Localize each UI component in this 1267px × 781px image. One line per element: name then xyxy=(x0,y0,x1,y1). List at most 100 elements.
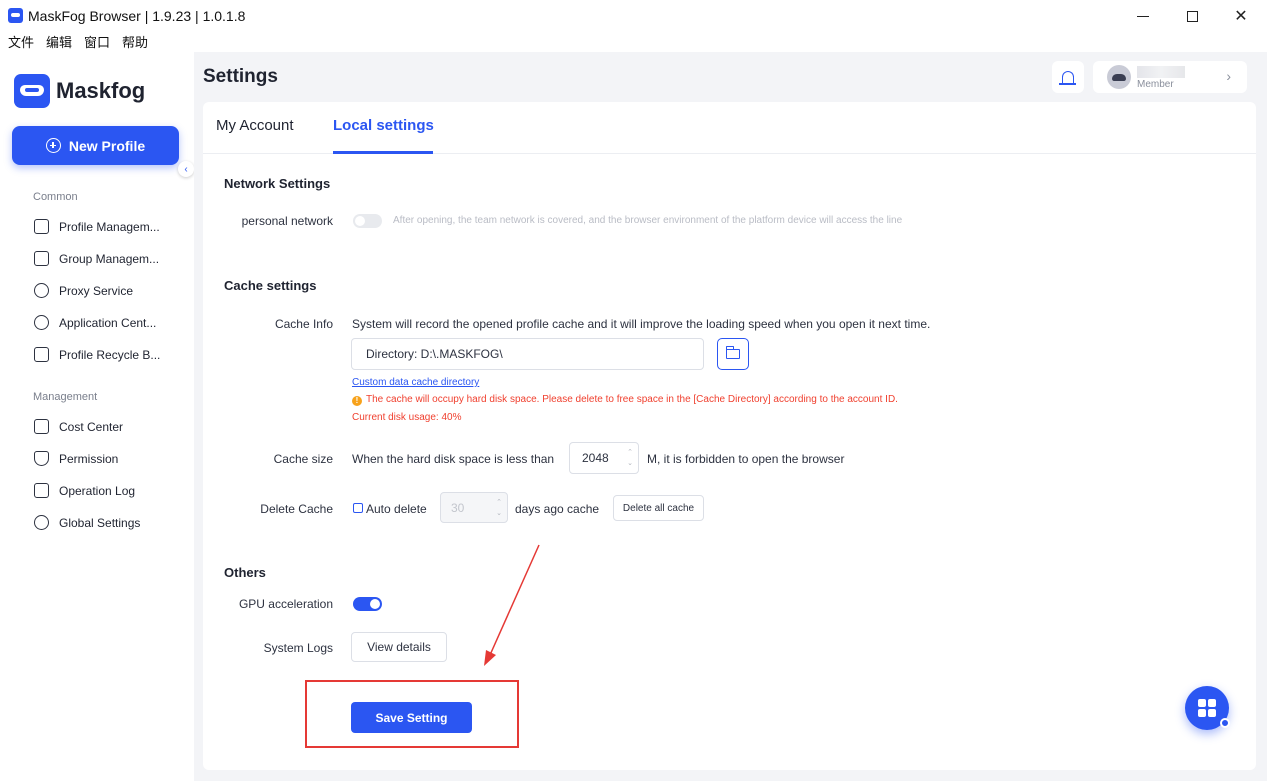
avatar xyxy=(1107,65,1131,89)
grid-icon xyxy=(1198,699,1216,717)
gpu-acceleration-toggle[interactable] xyxy=(353,597,382,611)
sidebar-item-profile-management[interactable]: Profile Managem... xyxy=(34,219,160,234)
sidebar-item-label: Group Managem... xyxy=(59,251,160,266)
auto-delete-label: Auto delete xyxy=(366,502,427,516)
cache-warning-text: The cache will occupy hard disk space. P… xyxy=(366,394,898,405)
maximize-button[interactable] xyxy=(1180,4,1204,28)
view-details-button[interactable]: View details xyxy=(351,632,447,662)
logo: Maskfog xyxy=(14,74,145,108)
username-redacted xyxy=(1137,66,1185,78)
disk-usage-text: Current disk usage: 40% xyxy=(352,412,462,423)
bell-icon xyxy=(1059,70,1076,85)
title-bar: MaskFog Browser | 1.9.23 | 1.0.1.8 ✕ xyxy=(0,0,1267,31)
annotation-highlight-box xyxy=(305,680,519,748)
cache-settings-heading: Cache settings xyxy=(224,278,317,293)
new-profile-button[interactable]: New Profile xyxy=(12,126,179,165)
section-common: Common xyxy=(33,191,78,203)
app-icon xyxy=(8,8,23,23)
cache-size-label: Cache size xyxy=(273,452,333,466)
cache-info-label: Cache Info xyxy=(274,317,333,331)
system-logs-label: System Logs xyxy=(263,641,333,655)
sidebar-item-label: Profile Recycle B... xyxy=(59,347,161,362)
sidebar-item-label: Cost Center xyxy=(59,419,124,434)
sidebar-item-label: Proxy Service xyxy=(59,283,134,298)
notifications-button[interactable] xyxy=(1052,61,1084,93)
menu-bar: 文件 编辑 窗口 帮助 xyxy=(0,32,152,52)
profile-list-icon xyxy=(34,219,49,234)
section-management: Management xyxy=(33,391,98,403)
cache-size-prefix: When the hard disk space is less than xyxy=(352,452,555,466)
sidebar: Maskfog New Profile ‹ Common Profile Man… xyxy=(0,52,194,781)
cache-size-suffix: M, it is forbidden to open the browser xyxy=(647,452,845,466)
tab-local-settings[interactable]: Local settings xyxy=(333,117,434,134)
sidebar-item-proxy-service[interactable]: Proxy Service xyxy=(34,283,133,298)
cache-size-stepper[interactable]: 2048 ⌃ ⌄ xyxy=(569,442,639,474)
sidebar-item-recycle-bin[interactable]: Profile Recycle B... xyxy=(34,347,160,362)
sidebar-item-group-management[interactable]: Group Managem... xyxy=(34,251,159,266)
cache-directory-value: Directory: D:\.MASKFOG\ xyxy=(366,347,503,361)
sidebar-item-label: Operation Log xyxy=(59,483,136,498)
sidebar-item-label: Application Cent... xyxy=(59,315,157,330)
sidebar-item-operation-log[interactable]: Operation Log xyxy=(34,483,135,498)
minimize-button[interactable] xyxy=(1131,4,1155,28)
folder-open-icon xyxy=(725,346,740,359)
shield-icon xyxy=(34,451,49,466)
maximize-icon xyxy=(1186,10,1198,22)
sidebar-item-permission[interactable]: Permission xyxy=(34,451,118,466)
sidebar-item-application-center[interactable]: Application Cent... xyxy=(34,315,156,330)
collapse-sidebar-button[interactable]: ‹ xyxy=(178,161,194,177)
close-button[interactable]: ✕ xyxy=(1229,4,1253,28)
window-title: MaskFog Browser | 1.9.23 | 1.0.1.8 xyxy=(28,8,246,24)
menu-window[interactable]: 窗口 xyxy=(84,32,110,52)
sidebar-item-cost-center[interactable]: Cost Center xyxy=(34,419,123,434)
cache-directory-input[interactable]: Directory: D:\.MASKFOG\ xyxy=(351,338,704,370)
clipboard-icon xyxy=(34,483,49,498)
auto-delete-checkbox[interactable] xyxy=(353,503,363,513)
minimize-icon xyxy=(1137,15,1149,17)
fab-status-dot xyxy=(1220,718,1230,728)
active-tab-indicator xyxy=(333,151,433,154)
cube-icon xyxy=(34,315,49,330)
browse-directory-button[interactable] xyxy=(717,338,749,370)
network-settings-heading: Network Settings xyxy=(224,176,331,191)
trash-icon xyxy=(34,347,49,362)
stepper-arrows-icon[interactable]: ⌃ ⌄ xyxy=(627,447,633,469)
cache-info-text: System will record the opened profile ca… xyxy=(352,317,931,331)
chevron-right-icon: › xyxy=(1226,68,1231,84)
page-title: Settings xyxy=(203,66,278,87)
folder-icon xyxy=(34,251,49,266)
days-ago-suffix: days ago cache xyxy=(515,502,600,516)
user-role: Member xyxy=(1137,79,1174,90)
auto-delete-days-value: 30 xyxy=(451,500,465,515)
dollar-icon xyxy=(34,419,49,434)
sidebar-item-label: Permission xyxy=(59,451,119,466)
menu-help[interactable]: 帮助 xyxy=(122,32,148,52)
sidebar-item-global-settings[interactable]: Global Settings xyxy=(34,515,140,530)
menu-edit[interactable]: 编辑 xyxy=(46,32,72,52)
auto-delete-days-stepper[interactable]: 30 ⌃ ⌄ xyxy=(440,492,508,523)
warning-icon: ! xyxy=(352,396,362,406)
personal-network-label: personal network xyxy=(241,214,333,228)
cache-size-value: 2048 xyxy=(582,451,609,465)
personal-network-toggle[interactable] xyxy=(353,214,382,228)
maskfog-logo-icon xyxy=(14,74,50,108)
tab-my-account[interactable]: My Account xyxy=(216,117,294,134)
settings-panel xyxy=(203,102,1256,770)
delete-all-cache-button[interactable]: Delete all cache xyxy=(613,495,704,521)
new-profile-label: New Profile xyxy=(68,137,146,154)
sidebar-item-label: Global Settings xyxy=(59,515,141,530)
plus-circle-icon xyxy=(45,138,61,153)
custom-cache-directory-link[interactable]: Custom data cache directory xyxy=(352,377,479,388)
logo-text: Maskfog xyxy=(56,78,146,103)
sidebar-item-label: Profile Managem... xyxy=(59,219,160,234)
cache-warning: ! The cache will occupy hard disk space. … xyxy=(352,394,898,406)
delete-cache-label: Delete Cache xyxy=(260,502,333,516)
location-pin-icon xyxy=(34,283,49,298)
personal-network-description: After opening, the team network is cover… xyxy=(393,215,903,226)
gpu-acceleration-label: GPU acceleration xyxy=(238,597,333,611)
stepper-arrows-icon[interactable]: ⌃ ⌄ xyxy=(496,497,502,519)
others-heading: Others xyxy=(224,565,266,580)
settings-icon xyxy=(34,515,49,530)
user-menu[interactable]: Member › xyxy=(1093,61,1247,93)
menu-file[interactable]: 文件 xyxy=(8,32,34,52)
